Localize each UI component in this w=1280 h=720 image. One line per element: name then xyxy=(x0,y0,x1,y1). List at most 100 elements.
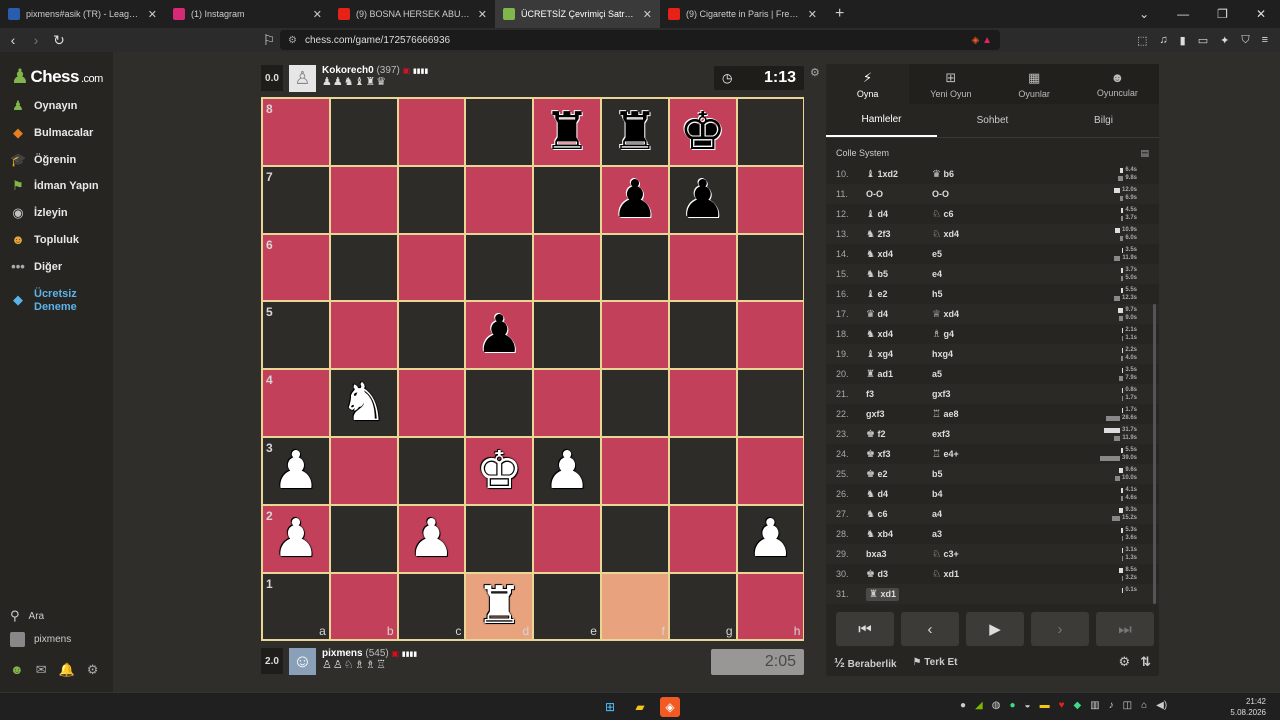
white-move[interactable]: ♞ xd4 xyxy=(866,329,932,340)
windows-start-icon[interactable]: ⊞ xyxy=(600,697,620,717)
search-link[interactable]: ⚲ Ara xyxy=(10,608,44,624)
square-e8[interactable]: ♜ xyxy=(533,98,601,166)
top-player-name[interactable]: Kokorech0 (397) ▣ ▮▮▮▮ xyxy=(322,65,428,76)
tray-app-icon[interactable]: ◍ xyxy=(992,700,1001,711)
system-clock[interactable]: 21:42 5.08.2026 xyxy=(1230,696,1266,718)
white-pawn-icon[interactable]: ♟ xyxy=(399,506,465,572)
white-move[interactable]: ♚ f2 xyxy=(866,429,932,440)
square-d6[interactable] xyxy=(465,233,534,302)
white-move[interactable]: ♝ 1xd2 xyxy=(866,169,932,180)
square-d2[interactable] xyxy=(465,504,534,573)
play-button[interactable]: ▶ xyxy=(966,612,1024,646)
tray-app-icon[interactable]: ◒ xyxy=(1025,700,1031,711)
tab-oyunlar[interactable]: ▦ Oyunlar xyxy=(993,64,1076,104)
square-f4[interactable] xyxy=(600,369,669,437)
white-move[interactable]: bxa3 xyxy=(866,549,932,559)
subtab-hamleler[interactable]: Hamleler xyxy=(826,104,937,137)
square-e7[interactable] xyxy=(533,165,601,234)
tab-list-icon[interactable]: ⌄ xyxy=(1139,7,1149,21)
square-b7[interactable] xyxy=(329,165,398,234)
first-move-button[interactable]: ⏮ xyxy=(836,612,894,646)
square-d4[interactable] xyxy=(465,369,534,437)
white-move[interactable]: O-O xyxy=(866,189,932,199)
black-move[interactable]: ♖ ae8 xyxy=(932,409,998,420)
square-a1[interactable]: 1a xyxy=(262,572,330,641)
white-pawn-icon[interactable]: ♟ xyxy=(263,438,329,504)
friends-icon[interactable]: ☻ xyxy=(10,662,24,678)
white-move[interactable]: ♚ xf3 xyxy=(866,449,932,460)
square-c8[interactable] xyxy=(397,98,466,166)
square-d5[interactable]: ♟ xyxy=(465,301,534,370)
white-move[interactable]: ♜ ad1 xyxy=(866,369,932,380)
black-move[interactable]: h5 xyxy=(932,289,998,299)
square-g8[interactable]: ♚ xyxy=(668,98,737,166)
square-g3[interactable] xyxy=(668,436,737,505)
square-f2[interactable] xyxy=(600,504,669,573)
tray-app-icon[interactable]: ▥ xyxy=(1090,700,1099,711)
square-e1[interactable]: e xyxy=(533,572,601,641)
square-h5[interactable] xyxy=(736,301,805,370)
tab-close-icon[interactable]: ✕ xyxy=(148,8,157,21)
move-list-scrollbar[interactable] xyxy=(1153,304,1156,604)
square-c3[interactable] xyxy=(397,436,466,505)
new-tab-icon[interactable]: + xyxy=(825,5,854,23)
black-move[interactable]: ♖ e4+ xyxy=(932,449,998,460)
black-pawn-icon[interactable]: ♟ xyxy=(466,302,532,368)
network-icon[interactable]: ⌂ xyxy=(1141,700,1147,711)
black-move[interactable]: a3 xyxy=(932,529,998,539)
square-b8[interactable] xyxy=(329,98,398,166)
tray-app-icon[interactable]: ♥ xyxy=(1059,700,1065,711)
browser-tab[interactable]: pixmens#asik (TR) - LeagueOfGraphs ✕ xyxy=(0,0,165,28)
move-list[interactable]: 10. ♝ 1xd2 ♛ b6 6.4s 9.8s 11. O-O O-O 12.0s 6.9s 1… xyxy=(826,164,1159,604)
settings-icon[interactable]: ⚙ xyxy=(87,662,99,678)
music-icon[interactable]: ♫ xyxy=(1159,34,1167,46)
brave-browser-icon[interactable]: ◈ xyxy=(660,697,680,717)
black-move[interactable]: ♛ b6 xyxy=(932,169,998,180)
chess-board[interactable]: 8 ♜ ♜ ♚ 7 ♟ ♟ 6 5 ♟ 4 ♞ 3 ♟ ♚ ♟ 2 ♟ ♟ ♟ 1 a b c d ♜ e f g h xyxy=(261,97,805,641)
messages-icon[interactable]: ✉ xyxy=(36,662,47,678)
white-pawn-icon[interactable]: ♟ xyxy=(738,506,804,572)
close-window-icon[interactable]: ✕ xyxy=(1256,7,1266,21)
analysis-settings-icon[interactable]: ⚙ xyxy=(1118,654,1130,670)
black-move[interactable]: hxg4 xyxy=(932,349,998,359)
browser-tab[interactable]: (1) Instagram ✕ xyxy=(165,0,330,28)
white-move[interactable]: ♞ 2f3 xyxy=(866,229,932,240)
white-move[interactable]: gxf3 xyxy=(866,409,932,419)
square-d7[interactable] xyxy=(465,165,534,234)
black-rook-icon[interactable]: ♜ xyxy=(602,99,668,165)
chess-logo[interactable]: ♟ Chess .com xyxy=(11,64,103,89)
extensions-icon[interactable]: ⬚ xyxy=(1137,34,1147,47)
square-a8[interactable]: 8 xyxy=(262,98,330,166)
square-f5[interactable] xyxy=(600,301,669,370)
tray-app-icon[interactable]: ◫ xyxy=(1123,700,1132,711)
browser-tab[interactable]: (9) Cigarette in Paris | French Emo ✕ xyxy=(660,0,825,28)
white-move[interactable]: f3 xyxy=(866,389,932,399)
subtab-bilgi[interactable]: Bilgi xyxy=(1048,104,1159,137)
bookmark-icon[interactable]: ⚐ xyxy=(259,32,279,49)
square-a2[interactable]: 2 ♟ xyxy=(262,504,330,573)
site-info-icon[interactable]: ⚙ xyxy=(288,35,297,46)
black-move[interactable]: ♘ c3+ xyxy=(932,549,998,560)
brave-shield-icon[interactable]: ◈ ▲ xyxy=(972,35,992,46)
leo-icon[interactable]: ✦ xyxy=(1220,34,1229,47)
opening-name[interactable]: Colle System xyxy=(836,148,889,164)
board-settings-icon[interactable]: ⚙ xyxy=(810,66,820,79)
square-h4[interactable] xyxy=(736,369,805,437)
top-player-avatar[interactable]: ♙ xyxy=(289,65,316,92)
white-pawn-icon[interactable]: ♟ xyxy=(534,438,600,504)
square-g2[interactable] xyxy=(668,504,737,573)
sidebar-item-5[interactable]: ◉ İzleyin xyxy=(10,205,67,221)
square-c6[interactable] xyxy=(397,233,466,302)
black-move[interactable]: b4 xyxy=(932,489,998,499)
sidebar-item-1[interactable]: ♟ Oynayın xyxy=(10,98,77,114)
flip-board-icon[interactable]: ⇅ xyxy=(1140,654,1151,670)
white-move[interactable]: ♞ xb4 xyxy=(866,529,932,540)
square-g1[interactable]: g xyxy=(668,572,737,641)
white-move[interactable]: ♚ d3 xyxy=(866,569,932,580)
white-king-icon[interactable]: ♚ xyxy=(466,438,532,504)
square-d3[interactable]: ♚ xyxy=(465,436,534,505)
previous-move-button[interactable]: ‹ xyxy=(901,612,959,646)
book-icon[interactable]: ▤ xyxy=(1140,148,1149,164)
white-move[interactable]: ♝ xg4 xyxy=(866,349,932,360)
next-move-button[interactable]: › xyxy=(1031,612,1089,646)
